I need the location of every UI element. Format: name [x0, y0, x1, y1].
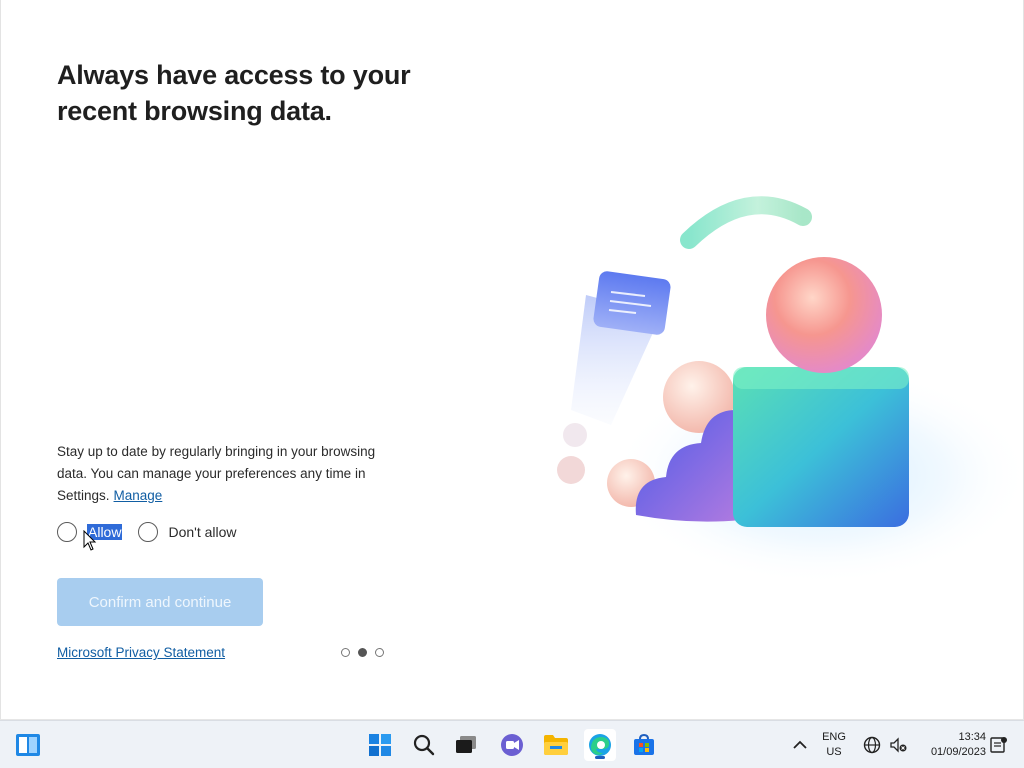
widgets-icon[interactable] — [12, 729, 44, 761]
taskbar: ENG US 13:34 01/09/2023 — [0, 720, 1024, 768]
edge-setup-window: Always have access to your recent browsi… — [0, 0, 1024, 720]
pagination-dot-2[interactable] — [358, 648, 367, 657]
dont-allow-radio-circle[interactable] — [138, 522, 159, 542]
pagination-dots — [341, 648, 384, 657]
description: Stay up to date by regularly bringing in… — [57, 441, 407, 507]
store-icon[interactable] — [628, 729, 660, 761]
allow-radio-circle[interactable] — [57, 522, 77, 542]
clock-date: 01/09/2023 — [930, 746, 986, 758]
edge-icon[interactable] — [584, 729, 616, 761]
search-icon[interactable] — [408, 729, 440, 761]
confirm-and-continue-button[interactable]: Confirm and continue — [57, 578, 263, 626]
region-code: US — [826, 746, 842, 758]
mouse-cursor-icon — [83, 530, 97, 551]
edge-active-indicator — [595, 756, 605, 759]
teams-chat-icon[interactable] — [496, 729, 528, 761]
pagination-dot-3[interactable] — [375, 648, 384, 657]
pagination-dot-1[interactable] — [341, 648, 350, 657]
page-title: Always have access to your recent browsi… — [57, 60, 411, 126]
description-text: Stay up to date by regularly bringing in… — [57, 444, 376, 503]
clock-time: 13:34 — [958, 731, 986, 743]
browsing-data-illustration — [557, 196, 1021, 585]
volume-muted-icon[interactable] — [882, 729, 914, 761]
file-explorer-icon[interactable] — [540, 729, 572, 761]
manage-link[interactable]: Manage — [114, 488, 163, 503]
language-code: ENG — [822, 731, 846, 743]
privacy-statement-link[interactable]: Microsoft Privacy Statement — [57, 645, 225, 660]
language-indicator[interactable]: ENG US — [816, 730, 852, 760]
task-view-icon[interactable] — [450, 729, 482, 761]
dont-allow-radio-label[interactable]: Don't allow — [168, 524, 236, 540]
notification-icon[interactable] — [982, 729, 1014, 761]
chevron-up-icon[interactable] — [784, 729, 816, 761]
dont-allow-radio[interactable]: Don't allow — [138, 522, 237, 542]
start-icon[interactable] — [364, 729, 396, 761]
clock[interactable]: 13:34 01/09/2023 — [916, 730, 986, 760]
